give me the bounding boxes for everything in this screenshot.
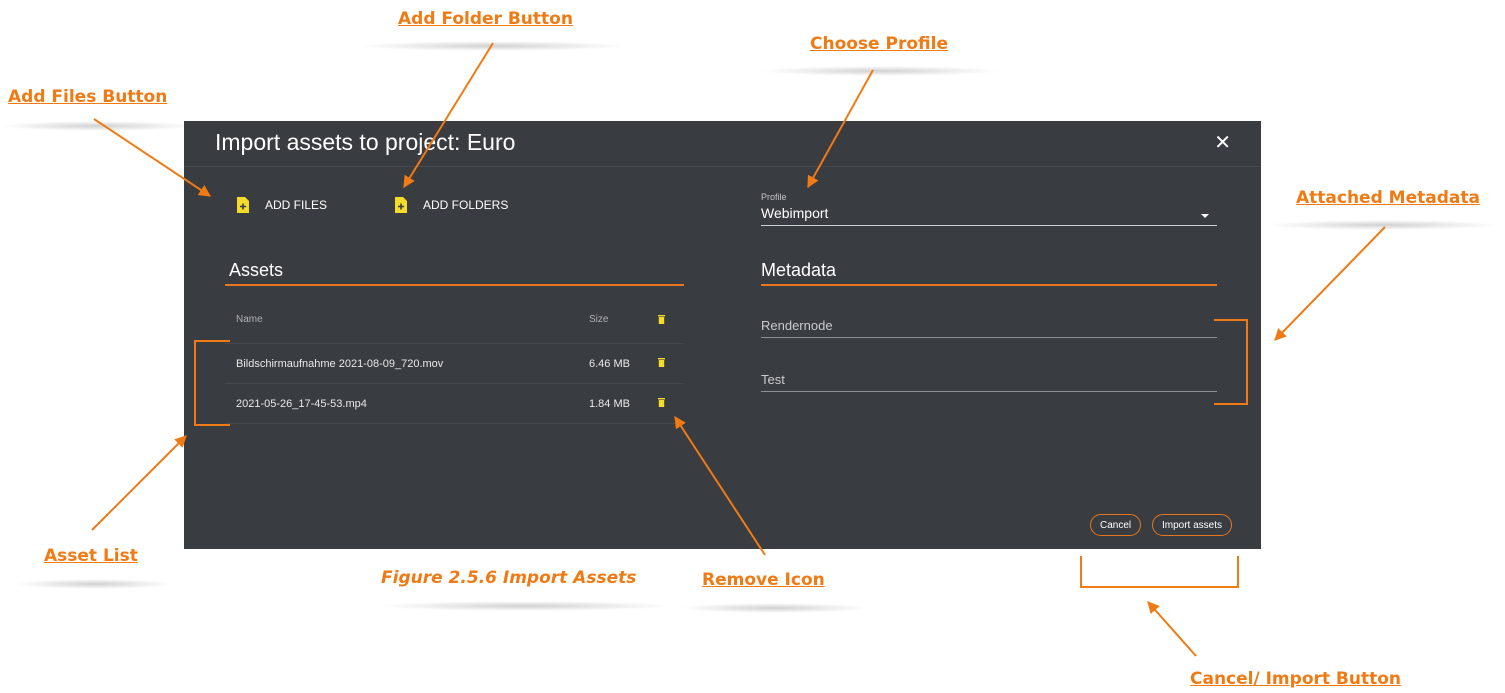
arrow-choose-profile (807, 69, 874, 189)
callout-arrows (91, 42, 1386, 657)
arrow-attached-metadata (1274, 226, 1386, 341)
arrow-add-folders (403, 42, 494, 189)
arrow-asset-list (91, 435, 187, 531)
arrow-add-files (93, 118, 211, 197)
arrow-remove-icon (674, 415, 766, 556)
arrow-cancel-import (1147, 601, 1197, 657)
